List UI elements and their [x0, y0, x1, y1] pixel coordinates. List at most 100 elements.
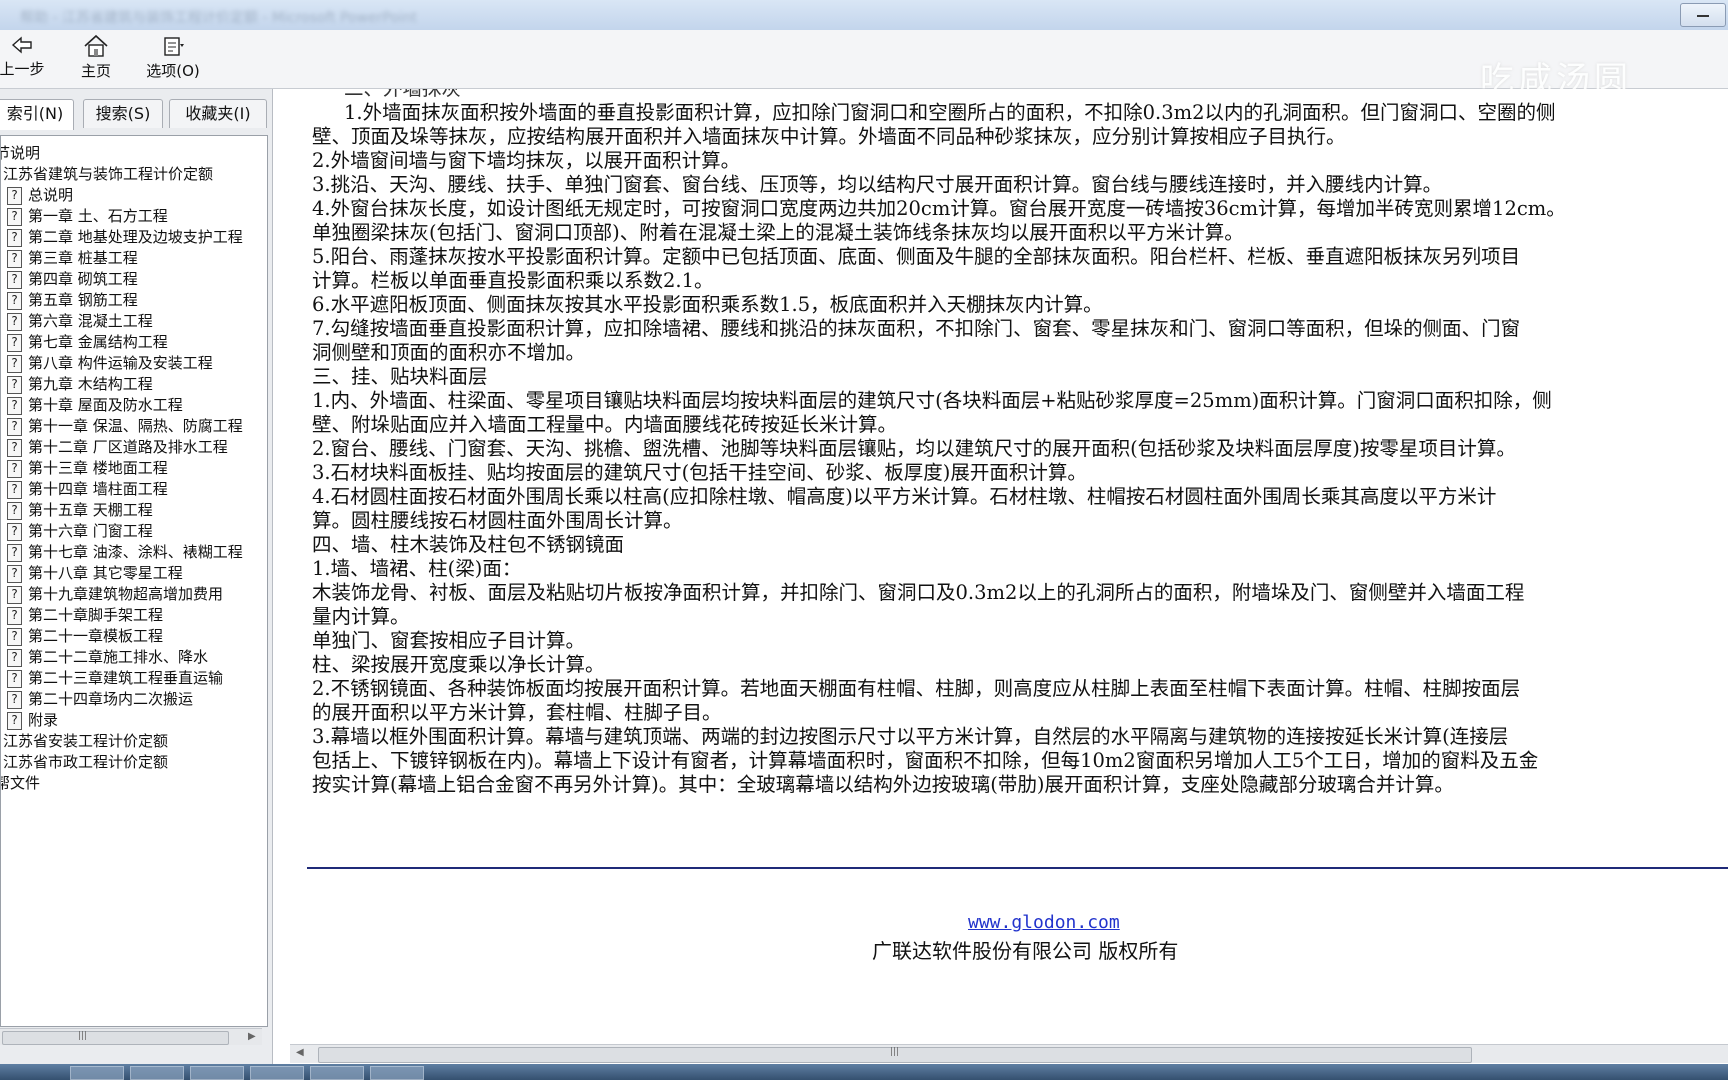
help-toolbar: 上一步 主页 选项(O) [0, 30, 1728, 89]
paragraph-line: 量内计算。 [312, 605, 410, 628]
paragraph-line: 1.墙、墙裙、柱(梁)面： [312, 557, 522, 580]
help-page-icon: ? [7, 648, 22, 667]
help-page-icon: ? [7, 312, 22, 331]
tree-item[interactable]: ? 第五章 钢筋工程 [7, 289, 138, 311]
tree-item[interactable]: ? 第十九章建筑物超高增加费用 [7, 583, 223, 605]
section-heading: 四、墙、柱木装饰及柱包不锈钢镜面 [312, 533, 625, 556]
scroll-grip-icon: ||| [890, 1047, 900, 1057]
help-page-icon: ? [7, 585, 22, 604]
help-page-icon: ? [7, 501, 22, 520]
tree-item[interactable]: ? 第二十四章场内二次搬运 [7, 688, 193, 710]
content-horizontal-scrollbar[interactable]: ◀ ||| [290, 1044, 1728, 1063]
tree-item[interactable]: ? 第十二章 厂区道路及排水工程 [7, 436, 228, 458]
footer-divider [307, 867, 1728, 869]
taskbar-item[interactable] [250, 1066, 304, 1080]
nav-tabs: 索引(N) 搜索(S) 收藏夹(I) [0, 99, 272, 130]
taskbar-item[interactable] [190, 1066, 244, 1080]
tree-item[interactable]: 江苏省建筑与装饰工程计价定额 [3, 163, 213, 185]
tree-item[interactable]: ? 第九章 木结构工程 [7, 373, 153, 395]
section-heading: 三、挂、贴块料面层 [312, 365, 488, 388]
help-page-icon: ? [7, 522, 22, 541]
back-button[interactable]: 上一步 [0, 34, 52, 84]
help-page-icon: ? [7, 711, 22, 730]
tree-item[interactable]: ? 第六章 混凝土工程 [7, 310, 153, 332]
tree-item[interactable]: ? 第一章 土、石方工程 [7, 205, 168, 227]
navigation-pane: 索引(N) 搜索(S) 收藏夹(I) 节说明 江苏省建筑与装饰工程计价定额 ?总… [0, 89, 273, 1064]
help-page-icon: ? [7, 417, 22, 436]
tree-item[interactable]: ? 第十七章 油漆、涂料、裱糊工程 [7, 541, 243, 563]
tree-item[interactable]: ? 第十五章 天棚工程 [7, 499, 153, 521]
tree-item[interactable]: ? 第八章 构件运输及安装工程 [7, 352, 213, 374]
paragraph-line: 壁、顶面及垛等抹灰，应按结构展开面积并入墙面抹灰中计算。外墙面不同品种砂浆抹灰，… [312, 125, 1346, 148]
tree-item[interactable]: 帮文件 [1, 772, 40, 794]
back-arrow-icon [11, 36, 32, 54]
options-label: 选项(O) [146, 62, 200, 80]
contents-tree: 节说明 江苏省建筑与装饰工程计价定额 ?总说明 ?第一章 土、石方工程 ?第二章… [0, 135, 268, 1027]
tree-item[interactable]: ? 第七章 金属结构工程 [7, 331, 168, 353]
paragraph-line: 1.外墙面抹灰面积按外墙面的垂直投影面积计算，应扣除门窗洞口和空圈所占的面积，不… [344, 101, 1556, 124]
tree-item[interactable]: ? 第二十三章建筑工程垂直运输 [7, 667, 223, 689]
tree-item[interactable]: ? 第二十章脚手架工程 [7, 604, 163, 626]
tree-item[interactable]: 江苏省市政工程计价定额 [3, 751, 168, 773]
tab-search[interactable]: 搜索(S) [83, 99, 163, 128]
copyright-text: 广联达软件股份有限公司 版权所有 [872, 939, 1179, 963]
taskbar-item[interactable] [310, 1066, 364, 1080]
paragraph-line: 3.挑沿、天沟、腰线、扶手、单独门窗套、窗台线、压顶等，均以结构尺寸展开面积计算… [312, 173, 1443, 196]
tab-index[interactable]: 索引(N) [0, 99, 74, 130]
help-page-icon: ? [7, 669, 22, 688]
paragraph-line: 单独圈梁抹灰(包括门、窗洞口顶部)、附着在混凝土梁上的混凝土装饰线条抹灰均以展开… [312, 221, 1244, 244]
tree-item[interactable]: ? 第十章 屋面及防水工程 [7, 394, 183, 416]
help-page-icon: ? [7, 186, 22, 205]
paragraph-line: 2.外墙窗间墙与窗下墙均抹灰，以展开面积计算。 [312, 149, 741, 172]
tree-item[interactable]: ? 第三章 桩基工程 [7, 247, 138, 269]
tree-item[interactable]: 节说明 [1, 142, 40, 164]
options-button[interactable]: 选项(O) [142, 34, 204, 84]
help-page-icon: ? [7, 543, 22, 562]
paragraph-line: 3.幕墙以框外围面积计算。幕墙与建筑顶端、两端的封边按图示尺寸以平方米计算，自然… [312, 725, 1509, 748]
nav-horizontal-scrollbar[interactable]: ||| ▶ [0, 1028, 262, 1045]
tree-item[interactable]: 江苏省安装工程计价定额 [3, 730, 168, 752]
tab-favorites[interactable]: 收藏夹(I) [169, 99, 267, 128]
help-page-icon: ? [7, 627, 22, 646]
help-page-icon: ? [7, 270, 22, 289]
glodon-website-link[interactable]: www.glodon.com [968, 912, 1120, 933]
scroll-grip-icon: ||| [78, 1031, 88, 1041]
tree-item[interactable]: ? 第十八章 其它零星工程 [7, 562, 183, 584]
taskbar-item[interactable] [130, 1066, 184, 1080]
scroll-right-arrow-icon[interactable]: ▶ [248, 1031, 256, 1042]
tree-item[interactable]: ? 第二十一章模板工程 [7, 625, 163, 647]
paragraph-line: 柱、梁按展开宽度乘以净长计算。 [312, 653, 605, 676]
paragraph-line: 壁、附垛贴面应并入墙面工程量中。内墙面腰线花砖按延长米计算。 [312, 413, 898, 436]
help-page-icon: ? [7, 564, 22, 583]
paragraph-line: 1.内、外墙面、柱梁面、零星项目镶贴块料面层均按块料面层的建筑尺寸(各块料面层+… [312, 389, 1552, 412]
home-label: 主页 [80, 62, 111, 80]
taskbar-item[interactable] [70, 1066, 124, 1080]
scroll-thumb[interactable] [2, 1031, 229, 1045]
tree-item[interactable]: ? 第四章 砌筑工程 [7, 268, 138, 290]
tree-item[interactable]: ? 总说明 [7, 184, 73, 206]
window-titlebar: 帮助 - 江苏省建筑与装饰工程计价定额 - Microsoft PowerPoi… [0, 0, 1728, 31]
help-page-icon: ? [7, 396, 22, 415]
tree-item[interactable]: ? 第二章 地基处理及边坡支护工程 [7, 226, 243, 248]
paragraph-line: 包括上、下镀锌钢板在内)。幕墙上下设计有窗者，计算幕墙面积时，窗面积不扣除，但每… [312, 749, 1539, 772]
help-page-icon: ? [7, 249, 22, 268]
tree-item[interactable]: ? 第十一章 保温、隔热、防腐工程 [7, 415, 243, 437]
scroll-left-arrow-icon[interactable]: ◀ [296, 1047, 304, 1058]
section-heading: 二、外墙抹灰 [344, 89, 461, 101]
help-page-icon: ? [7, 606, 22, 625]
home-icon [84, 34, 108, 57]
tree-item[interactable]: ? 第十四章 墙柱面工程 [7, 478, 168, 500]
paragraph-line: 的展开面积以平方米计算，套柱帽、柱脚子目。 [312, 701, 722, 724]
paragraph-line: 算。圆柱腰线按石材圆柱面外围周长计算。 [312, 509, 683, 532]
paragraph-line: 2.窗台、腰线、门窗套、天沟、挑檐、盥洗槽、池脚等块料面层镶贴，均以建筑尺寸的展… [312, 437, 1516, 460]
options-icon [164, 37, 184, 56]
tree-item[interactable]: ? 第十六章 门窗工程 [7, 520, 153, 542]
paragraph-line: 单独门、窗套按相应子目计算。 [312, 629, 586, 652]
tree-item[interactable]: ? 第二十二章施工排水、降水 [7, 646, 208, 668]
paragraph-line: 7.勾缝按墙面垂直投影面积计算，应扣除墙裙、腰线和挑沿的抹灰面积，不扣除门、窗套… [312, 317, 1521, 340]
minimize-button[interactable] [1680, 3, 1726, 27]
taskbar-item[interactable] [370, 1066, 424, 1080]
tree-item[interactable]: ? 第十三章 楼地面工程 [7, 457, 168, 479]
home-button[interactable]: 主页 [74, 34, 118, 84]
tree-item[interactable]: ? 附录 [7, 709, 58, 731]
